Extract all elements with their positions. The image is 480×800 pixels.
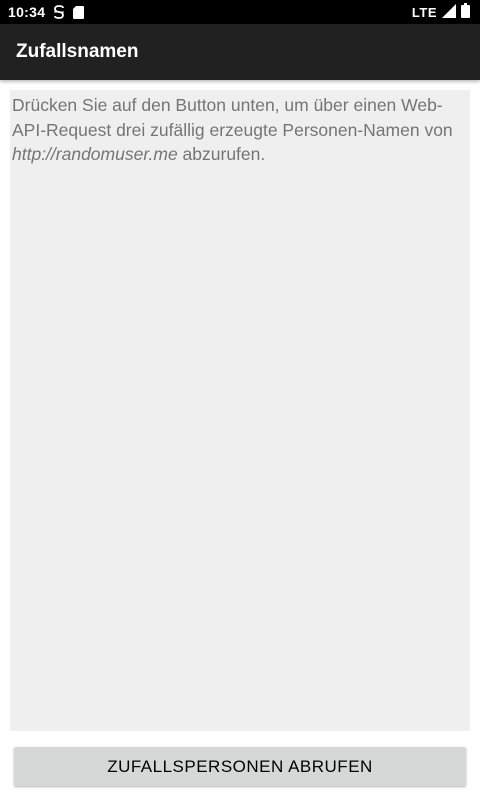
description-text: Drücken Sie auf den Button unten, um übe… xyxy=(12,95,453,140)
app-bar: Zufallsnamen xyxy=(0,24,480,80)
network-type-label: LTE xyxy=(411,4,437,20)
fetch-random-persons-button[interactable]: ZUFALLSPERSONEN ABRUFEN xyxy=(14,747,466,786)
description-text-end: abzurufen. xyxy=(177,144,266,165)
status-time: 10:34 xyxy=(8,4,46,20)
status-bar: 10:34 LTE xyxy=(0,0,480,24)
status-left: 10:34 xyxy=(8,0,85,24)
status-right: LTE xyxy=(412,0,470,24)
app-title: Zufallsnamen xyxy=(16,41,139,62)
randomuser-url: http://randomuser.me xyxy=(12,144,178,165)
result-text-area: Drücken Sie auf den Button unten, um übe… xyxy=(10,90,470,731)
sim-card-icon xyxy=(73,5,85,19)
battery-icon xyxy=(461,3,470,21)
signal-icon xyxy=(442,3,456,21)
s-notification-icon xyxy=(53,5,65,19)
